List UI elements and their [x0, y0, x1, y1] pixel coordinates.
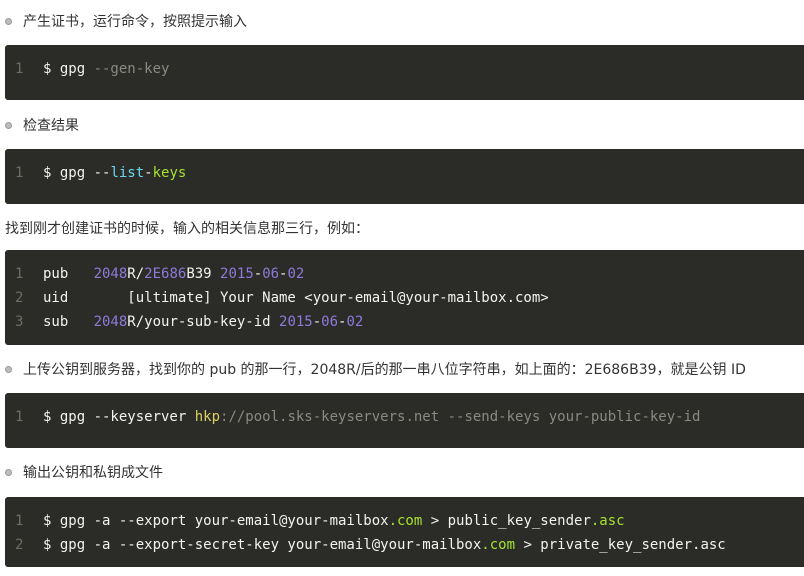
- code-block-key-info[interactable]: 1 pub 2048R/2E686B39 2015-06-02 2 uid [ulti…: [5, 250, 804, 345]
- code-token: 2048: [93, 266, 128, 282]
- code-token: keys: [152, 165, 187, 181]
- line-number: 1: [15, 165, 24, 181]
- code-content: $ gpg --gen-key: [43, 57, 169, 81]
- code-token: 02: [287, 266, 305, 282]
- code-block-list-keys[interactable]: 1 $ gpg --list-keys: [5, 149, 804, 204]
- code-token: pub: [43, 266, 94, 282]
- code-content: $ gpg --keyserver hkp://pool.sks-keyserv…: [43, 405, 700, 429]
- bullet-dot-icon: [5, 121, 12, 129]
- code-content: pub 2048R/2E686B39 2015-06-02: [43, 262, 304, 286]
- line-number: 1: [15, 409, 24, 425]
- bullet-item-check-result: 检查结果: [0, 114, 79, 136]
- line-number: 1: [15, 61, 24, 77]
- code-token: .asc: [590, 513, 625, 529]
- code-token: .com: [388, 513, 423, 529]
- code-token: -: [312, 314, 322, 330]
- code-token: $ gpg --keyserver: [43, 409, 195, 425]
- code-line: 2 uid [ultimate] Your Name <your-email@yo…: [5, 286, 804, 310]
- bullet-item-generate-key: 产生证书，运行命令，按照提示输入: [0, 10, 247, 32]
- code-token: .com: [481, 537, 516, 553]
- line-number: 2: [15, 290, 24, 306]
- bullet-dot-icon: [5, 17, 12, 25]
- code-block-export[interactable]: 1 $ gpg -a --export your-email@your-mailb…: [5, 497, 804, 567]
- line-number: 2: [15, 537, 24, 553]
- code-line: 1 $ gpg -a --export your-email@your-mailb…: [5, 509, 804, 533]
- code-token: $ gpg -a --export your-email@your-mailbo…: [43, 513, 389, 529]
- bullet-item-upload-key: 上传公钥到服务器，找到你的 pub 的那一行，2048R/后的那一串八位字符串，…: [0, 358, 746, 380]
- code-token: > public_key_sender: [422, 513, 591, 529]
- code-token: B39: [186, 266, 221, 282]
- paragraph-find-info: 找到刚才创建证书的时候，输入的相关信息那三行，例如：: [5, 217, 369, 239]
- code-line: 1 $ gpg --list-keys: [5, 161, 804, 185]
- code-token: 06: [262, 266, 280, 282]
- bullet-dot-icon: [5, 468, 12, 476]
- bullet-item-export-keys: 输出公钥和私钥成文件: [0, 461, 163, 483]
- line-number: 3: [15, 314, 24, 330]
- code-token: --gen-key: [93, 61, 170, 77]
- code-token: 02: [346, 314, 364, 330]
- bullet-text: 检查结果: [23, 118, 79, 134]
- code-token: 2048: [93, 314, 128, 330]
- code-token: sub: [43, 314, 94, 330]
- code-block-gen-key[interactable]: 1 $ gpg --gen-key: [5, 45, 804, 100]
- bullet-text: 上传公钥到服务器，找到你的 pub 的那一行，2048R/后的那一串八位字符串，…: [23, 362, 746, 378]
- code-token: ://pool.sks-keyservers.net --send-keys y…: [220, 409, 701, 425]
- code-content: $ gpg -a --export-secret-key your-email@…: [43, 533, 726, 557]
- code-content: uid [ultimate] Your Name <your-email@you…: [43, 286, 549, 310]
- code-token: hkp: [194, 409, 221, 425]
- code-content: $ gpg --list-keys: [43, 161, 186, 185]
- code-token: 06: [321, 314, 339, 330]
- code-block-send-keys[interactable]: 1 $ gpg --keyserver hkp://pool.sks-keyser…: [5, 393, 804, 448]
- code-line: 1 $ gpg --gen-key: [5, 57, 804, 81]
- line-number: 1: [15, 513, 24, 529]
- code-token: uid [ultimate] Your Name <your-email@you…: [43, 290, 549, 306]
- bullet-dot-icon: [5, 365, 12, 373]
- code-token: 2015: [220, 266, 254, 282]
- code-line: 1 pub 2048R/2E686B39 2015-06-02: [5, 262, 804, 286]
- code-line: 3 sub 2048R/your-sub-key-id 2015-06-02: [5, 310, 804, 334]
- bullet-text: 输出公钥和私钥成文件: [23, 465, 163, 481]
- code-line: 2 $ gpg -a --export-secret-key your-email…: [5, 533, 804, 557]
- code-token: 2015: [279, 314, 313, 330]
- line-number: 1: [15, 266, 24, 282]
- paragraph-text: 找到刚才创建证书的时候，输入的相关信息那三行，例如：: [5, 221, 369, 237]
- code-line: 1 $ gpg --keyserver hkp://pool.sks-keyser…: [5, 405, 804, 429]
- code-content: $ gpg -a --export your-email@your-mailbo…: [43, 509, 625, 533]
- code-token: $ gpg -a --export-secret-key your-email@…: [43, 537, 482, 553]
- code-token: $ gpg: [43, 61, 94, 77]
- code-token: 2E686: [144, 266, 187, 282]
- code-content: sub 2048R/your-sub-key-id 2015-06-02: [43, 310, 363, 334]
- code-token: $ gpg --: [43, 165, 111, 181]
- code-token: list: [110, 165, 145, 181]
- code-token: R/your-sub-key-id: [127, 314, 280, 330]
- code-token: > private_key_sender.asc: [515, 537, 726, 553]
- code-token: R/: [127, 266, 145, 282]
- bullet-text: 产生证书，运行命令，按照提示输入: [23, 14, 247, 30]
- code-token: -: [144, 165, 153, 181]
- code-token: -: [253, 266, 263, 282]
